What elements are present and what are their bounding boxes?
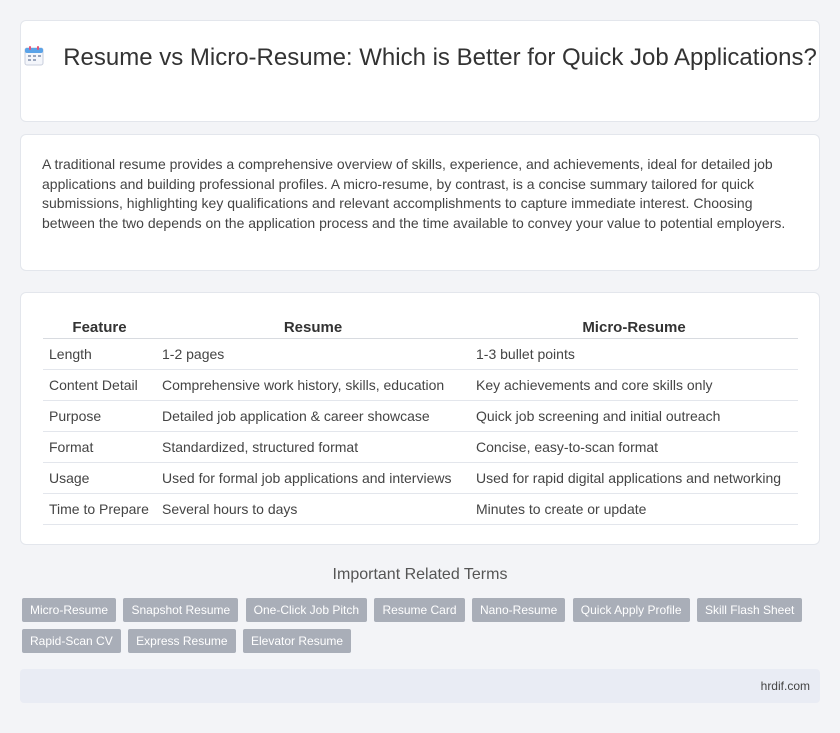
comparison-table: Feature Resume Micro-Resume Length 1-2 p…	[43, 315, 798, 525]
feature-cell: Time to Prepare	[43, 493, 156, 525]
comparison-card: Feature Resume Micro-Resume Length 1-2 p…	[20, 292, 820, 545]
related-term-tag[interactable]: Nano-Resume	[471, 598, 566, 622]
related-term-tag[interactable]: Quick Apply Profile	[572, 598, 690, 622]
feature-cell: Format	[43, 431, 156, 463]
micro-resume-cell: Key achievements and core skills only	[470, 369, 798, 401]
table-row: Format Standardized, structured format C…	[43, 431, 798, 463]
resume-cell: Standardized, structured format	[156, 431, 470, 463]
table-row: Time to Prepare Several hours to days Mi…	[43, 493, 798, 525]
related-terms-heading: Important Related Terms	[332, 566, 508, 583]
calendar-icon	[24, 46, 44, 66]
micro-resume-cell: Quick job screening and initial outreach	[470, 400, 798, 432]
title-card: Resume vs Micro-Resume: Which is Better …	[20, 20, 820, 122]
table-row: Content Detail Comprehensive work histor…	[43, 369, 798, 401]
related-term-tag[interactable]: Skill Flash Sheet	[696, 598, 803, 622]
resume-cell: Comprehensive work history, skills, educ…	[156, 369, 470, 401]
footer: hrdif.com	[20, 669, 820, 703]
intro-card: A traditional resume provides a comprehe…	[20, 134, 820, 271]
related-terms-list: Micro-Resume Snapshot Resume One-Click J…	[22, 598, 812, 660]
micro-resume-cell: 1-3 bullet points	[470, 338, 798, 370]
table-row: Length 1-2 pages 1-3 bullet points	[43, 338, 798, 370]
related-term-tag[interactable]: Resume Card	[374, 598, 465, 622]
page-title: Resume vs Micro-Resume: Which is Better …	[63, 44, 817, 71]
micro-resume-cell: Used for rapid digital applications and …	[470, 462, 798, 494]
table-row: Usage Used for formal job applications a…	[43, 462, 798, 494]
related-term-tag[interactable]: Micro-Resume	[22, 598, 117, 622]
feature-cell: Length	[43, 338, 156, 370]
feature-cell: Purpose	[43, 400, 156, 432]
micro-resume-cell: Minutes to create or update	[470, 493, 798, 525]
related-term-tag[interactable]: Express Resume	[128, 629, 236, 653]
micro-resume-cell: Concise, easy-to-scan format	[470, 431, 798, 463]
table-row: Purpose Detailed job application & caree…	[43, 400, 798, 432]
column-header: Feature	[43, 315, 156, 339]
related-term-tag[interactable]: Rapid-Scan CV	[22, 629, 121, 653]
table-header-row: Feature Resume Micro-Resume	[43, 315, 798, 339]
resume-cell: Used for formal job applications and int…	[156, 462, 470, 494]
feature-cell: Usage	[43, 462, 156, 494]
related-term-tag[interactable]: Snapshot Resume	[123, 598, 239, 622]
related-term-tag[interactable]: Elevator Resume	[243, 629, 352, 653]
column-header: Resume	[156, 315, 470, 339]
column-header: Micro-Resume	[470, 315, 798, 339]
footer-site-name[interactable]: hrdif.com	[761, 679, 810, 693]
resume-cell: Several hours to days	[156, 493, 470, 525]
intro-paragraph: A traditional resume provides a comprehe…	[42, 156, 786, 231]
feature-cell: Content Detail	[43, 369, 156, 401]
resume-cell: 1-2 pages	[156, 338, 470, 370]
resume-cell: Detailed job application & career showca…	[156, 400, 470, 432]
related-term-tag[interactable]: One-Click Job Pitch	[245, 598, 368, 622]
